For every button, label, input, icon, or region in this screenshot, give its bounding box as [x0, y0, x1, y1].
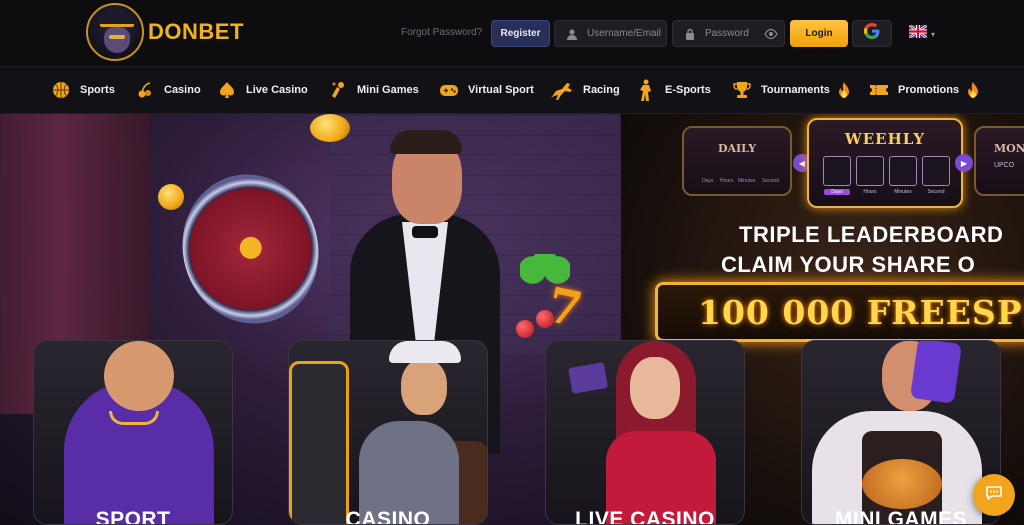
- google-login-button[interactable]: [852, 20, 892, 47]
- weekly-timer-card: WEEHLY Days Hours Minutes Second: [807, 118, 963, 208]
- nav-label: Promotions: [898, 84, 960, 96]
- basketball-icon: [50, 79, 72, 101]
- main-nav: Sports Casino Live Casino Mini Games Vir…: [0, 66, 1024, 114]
- live-chat-button[interactable]: [973, 474, 1015, 516]
- lock-icon: [683, 27, 697, 41]
- forgot-password-link[interactable]: Forgot Password?: [401, 27, 482, 38]
- login-button[interactable]: Login: [790, 20, 848, 47]
- horse-icon: [549, 79, 575, 101]
- category-label: LIVE CASINO: [575, 508, 715, 525]
- coin-icon: [158, 184, 184, 210]
- category-card-casino[interactable]: CASINO: [288, 340, 488, 525]
- chat-bubble-icon: [985, 484, 1003, 507]
- upcoming-label: UPCO: [994, 162, 1015, 169]
- nav-label: Racing: [583, 84, 620, 96]
- hot-flame-icon: [967, 82, 979, 98]
- timer-unit-label: Days: [824, 189, 850, 195]
- monthly-title: MON: [994, 142, 1024, 155]
- username-field[interactable]: Username/Email: [554, 20, 667, 47]
- nav-label: Mini Games: [357, 84, 419, 96]
- gamepad-icon: [438, 79, 460, 101]
- user-icon: [565, 27, 579, 41]
- category-card-sport[interactable]: SPORT: [33, 340, 233, 525]
- timer-unit-label: Minutes: [738, 178, 756, 184]
- timer-box: Second: [922, 156, 950, 195]
- soldier-icon: [635, 79, 657, 101]
- show-password-icon[interactable]: [764, 27, 778, 44]
- cherry-icon: [134, 79, 156, 101]
- prize-banner: 100 000 FREESPI: [655, 282, 1024, 342]
- promo-headline: TRIPLE LEADERBOARD: [739, 222, 1004, 247]
- nav-item-virtual-sport[interactable]: Virtual Sport: [438, 67, 534, 113]
- nav-item-mini-games[interactable]: Mini Games: [327, 67, 419, 113]
- controller-icon: [327, 79, 349, 101]
- password-placeholder: Password: [705, 28, 749, 39]
- daily-timer-card: DAILY Days Hours Minutes Second: [682, 126, 792, 196]
- username-placeholder: Username/Email: [587, 28, 661, 39]
- category-card-mini-games[interactable]: MINI GAMES: [801, 340, 1001, 525]
- timer-unit-label: Days: [702, 178, 714, 184]
- logo-mascot-icon: [86, 3, 144, 61]
- timer-unit-label: Hours: [863, 189, 877, 195]
- nav-label: Sports: [80, 84, 115, 96]
- nav-item-racing[interactable]: Racing: [549, 67, 620, 113]
- password-field[interactable]: Password: [672, 20, 785, 47]
- category-label: MINI GAMES: [834, 508, 968, 525]
- brand-logo[interactable]: DONBET: [86, 3, 244, 61]
- category-label: CASINO: [345, 508, 431, 525]
- daily-title: DAILY: [717, 142, 757, 155]
- google-icon: [864, 23, 880, 44]
- prize-text: 100 000 FREESPI: [698, 292, 1024, 332]
- nav-label: E-Sports: [665, 84, 711, 96]
- category-card-live-casino[interactable]: LIVE CASINO: [545, 340, 745, 525]
- timer-box: Hours: [856, 156, 884, 195]
- nav-item-live-casino[interactable]: Live Casino: [216, 67, 308, 113]
- weekly-title: WEEHLY: [844, 130, 926, 148]
- trophy-icon: [731, 79, 753, 101]
- timer-unit-label: Hours: [720, 178, 734, 184]
- brand-name: DONBET: [148, 19, 244, 44]
- uk-flag-icon: [908, 23, 928, 43]
- monthly-timer-card: MON UPCO: [974, 126, 1024, 196]
- nav-item-tournaments[interactable]: Tournaments: [731, 67, 850, 113]
- timer-unit-label: Minutes: [894, 189, 912, 195]
- nav-item-casino[interactable]: Casino: [134, 67, 201, 113]
- ticket-icon: [868, 79, 890, 101]
- timer-unit-label: Second: [927, 189, 945, 195]
- nav-label: Live Casino: [246, 84, 308, 96]
- top-header: DONBET Forgot Password? Register Usernam…: [0, 0, 1024, 66]
- timer-unit-label: Second: [762, 178, 779, 184]
- category-label: SPORT: [95, 508, 171, 525]
- nav-item-sports[interactable]: Sports: [50, 67, 115, 113]
- nav-label: Virtual Sport: [468, 84, 534, 96]
- chevron-down-icon: ▾: [931, 29, 936, 39]
- hot-flame-icon: [838, 82, 850, 98]
- timer-box: Days: [823, 156, 851, 195]
- nav-item-promotions[interactable]: Promotions: [868, 67, 979, 113]
- language-selector[interactable]: ▾: [908, 23, 936, 43]
- fortune-wheel-icon: [165, 159, 336, 339]
- spade-icon: [216, 79, 238, 101]
- nav-item-e-sports[interactable]: E-Sports: [635, 67, 711, 113]
- register-button[interactable]: Register: [491, 20, 550, 47]
- next-arrow-icon[interactable]: ▶: [955, 154, 973, 172]
- nav-label: Casino: [164, 84, 201, 96]
- timer-box: Minutes: [889, 156, 917, 195]
- nav-label: Tournaments: [761, 84, 830, 96]
- cherry-icon: [516, 320, 534, 338]
- promo-subheadline: CLAIM YOUR SHARE O: [721, 252, 976, 277]
